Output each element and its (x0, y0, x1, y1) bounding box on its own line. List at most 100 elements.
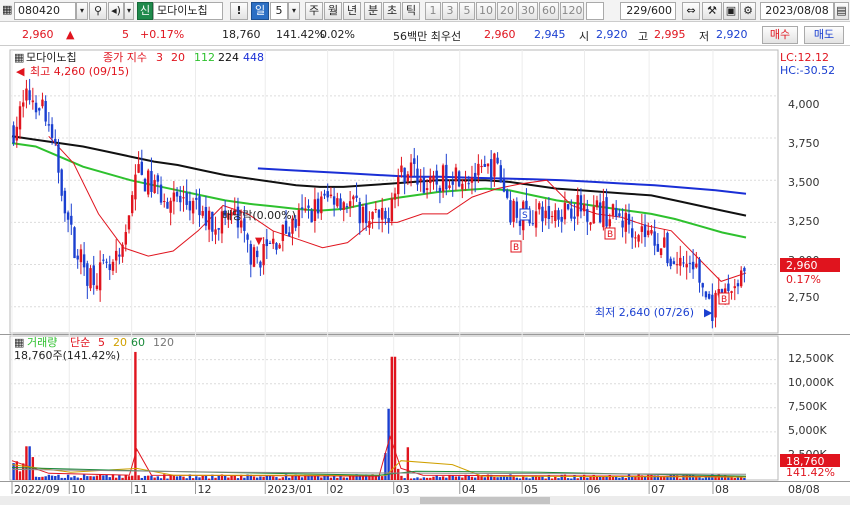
volume-bar (381, 476, 384, 480)
stock-chart[interactable]: ▦ 모다이노칩 종가 지수 3 20 112 224 448 LC:12.12 … (0, 46, 850, 505)
menu-icon[interactable]: ▦ (2, 2, 12, 20)
interval-120-button[interactable]: 120 (560, 2, 584, 20)
period-tick-button[interactable]: 틱 (402, 2, 420, 20)
volume-bar (637, 474, 640, 480)
legend-ma448: 448 (243, 51, 264, 64)
candle-body (57, 144, 60, 173)
volume-legend-ma60: 60 (131, 336, 145, 349)
scrollbar-thumb[interactable] (420, 497, 550, 504)
x-axis-label: 07 (651, 483, 665, 496)
volume-bar (413, 478, 416, 480)
period-second-button[interactable]: 초 (383, 2, 401, 20)
interval-5-button[interactable]: 5 (459, 2, 475, 20)
period-monthly-button[interactable]: 월 (324, 2, 342, 20)
volume-bar (477, 475, 480, 480)
candle-body (669, 258, 672, 267)
save-icon[interactable]: ▣ (723, 2, 739, 20)
volume-bar (624, 477, 628, 480)
period-daily-button[interactable]: 일 (251, 2, 269, 20)
period-minute-button[interactable]: 분 (364, 2, 382, 20)
period-weekly-button[interactable]: 주 (305, 2, 323, 20)
candle-body (627, 214, 631, 225)
period-dropdown-arrow[interactable]: ▾ (288, 2, 300, 20)
price-change: 5 (122, 28, 129, 41)
candle-body (329, 194, 333, 197)
candle-body (15, 126, 19, 141)
period-yearly-button[interactable]: 년 (343, 2, 361, 20)
period-number-input[interactable]: 5 (270, 2, 288, 20)
candle-body (105, 261, 108, 263)
legend-ma20: 20 (171, 51, 185, 64)
stock-info-button[interactable]: ! (230, 2, 248, 20)
interval-3-button[interactable]: 3 (442, 2, 458, 20)
expand-icon[interactable]: ⇔ (682, 2, 700, 20)
candle-body (195, 197, 198, 200)
candle-body (409, 162, 413, 177)
search-icon[interactable]: ⚲ (89, 2, 107, 20)
interval-30-button[interactable]: 30 (518, 2, 538, 20)
stock-name-field[interactable]: 모다이노칩 (153, 2, 223, 20)
candle-body (358, 201, 361, 224)
candle-body (50, 124, 54, 138)
high-label: 고 (638, 30, 649, 43)
volume-bar (89, 476, 92, 480)
candle-body (41, 99, 44, 107)
candle-body (464, 180, 467, 182)
volume-value: 18,760 (222, 28, 261, 41)
svg-text:B: B (721, 295, 727, 305)
date-input[interactable]: 2023/08/08 (760, 2, 834, 20)
bar-count-input[interactable]: 229/600 (620, 2, 676, 20)
volume-bar (34, 476, 38, 480)
tools-icon[interactable]: ⚒ (702, 2, 722, 20)
candle-body (531, 223, 535, 225)
interval-10-button[interactable]: 10 (476, 2, 496, 20)
candle-body (310, 210, 313, 223)
x-axis-label: 03 (396, 483, 410, 496)
stock-code-input[interactable]: 080420 (14, 2, 76, 20)
buy-button[interactable]: 매수 (762, 26, 798, 44)
code-dropdown-arrow[interactable]: ▾ (76, 2, 88, 20)
sell-button[interactable]: 매도 (804, 26, 844, 44)
candle-body (457, 171, 461, 187)
volume-bar (73, 475, 76, 480)
candle-body (163, 201, 166, 203)
volume-bar (445, 477, 448, 480)
candle-body (304, 208, 307, 211)
volume-grid-icon[interactable]: ▦ (14, 336, 24, 349)
legend-ma224: 224 (218, 51, 239, 64)
calendar-icon[interactable]: ▤ (834, 2, 849, 20)
current-price: 2,960 (22, 28, 54, 41)
buy-signal-marker: B (718, 292, 730, 305)
candle-body (22, 102, 25, 107)
speaker-dropdown-arrow[interactable]: ▾ (124, 2, 134, 20)
volume-bar (627, 474, 631, 480)
interval-60-button[interactable]: 60 (539, 2, 559, 20)
candle-body (547, 206, 551, 220)
candle-body (259, 261, 262, 268)
candle-body (605, 197, 608, 227)
candle-body (557, 210, 560, 220)
x-axis-right-date: 08/08 (788, 483, 820, 496)
interval-custom-input[interactable] (586, 2, 604, 20)
volume-tick: 12,500K (788, 352, 834, 365)
candle-body (589, 222, 592, 225)
volume-bar (66, 474, 70, 480)
interval-1-button[interactable]: 1 (425, 2, 441, 20)
volume-bar (25, 446, 28, 480)
candle-body (579, 195, 583, 212)
volume-bar (153, 477, 156, 480)
candle-body (672, 261, 676, 264)
candle-body (281, 224, 285, 242)
chart-grid-icon[interactable]: ▦ (14, 51, 24, 64)
volume-bar (329, 477, 333, 480)
candle-body (736, 283, 740, 287)
candle-body (134, 174, 137, 200)
speaker-icon[interactable]: ◂) (108, 2, 124, 20)
volume-bar (672, 475, 676, 480)
settings-icon[interactable]: ⚙ (740, 2, 756, 20)
interval-20-button[interactable]: 20 (497, 2, 517, 20)
low-price: 2,920 (716, 28, 748, 41)
volume-bar (159, 478, 163, 480)
candle-body (403, 167, 406, 183)
volume-bar (400, 475, 403, 480)
